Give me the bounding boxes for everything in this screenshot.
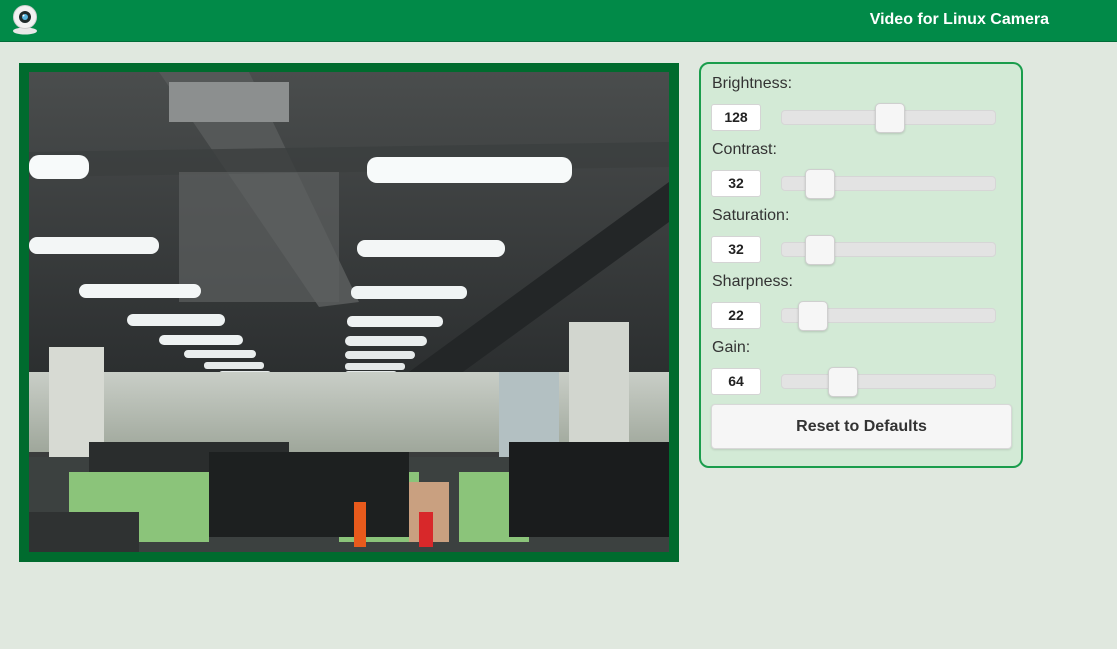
camera-controls-panel: Brightness: 128 Contrast: 32 Saturation:… (699, 62, 1023, 468)
saturation-slider-thumb[interactable] (805, 235, 835, 265)
saturation-label: Saturation: (712, 207, 790, 224)
brightness-slider-thumb[interactable] (875, 103, 905, 133)
brightness-label: Brightness: (712, 75, 793, 92)
app-title: Video for Linux Camera (869, 11, 1049, 28)
sharpness-label: Sharpness: (712, 273, 793, 290)
brightness-value[interactable]: 128 (711, 104, 761, 131)
sharpness-value[interactable]: 22 (711, 302, 761, 329)
saturation-value[interactable]: 32 (711, 236, 761, 263)
sharpness-slider-thumb[interactable] (798, 301, 828, 331)
reset-to-defaults-button[interactable]: Reset to Defaults (711, 404, 1012, 449)
contrast-slider[interactable] (781, 169, 996, 199)
contrast-label: Contrast: (712, 141, 777, 158)
contrast-value[interactable]: 32 (711, 170, 761, 197)
top-bar: Video for Linux Camera (0, 0, 1117, 42)
gain-slider-thumb[interactable] (828, 367, 858, 397)
video-frame (19, 63, 679, 562)
contrast-slider-thumb[interactable] (805, 169, 835, 199)
webcam-icon (13, 5, 37, 35)
saturation-slider[interactable] (781, 235, 996, 265)
sharpness-slider[interactable] (781, 301, 996, 331)
gain-slider[interactable] (781, 367, 996, 397)
brightness-slider[interactable] (781, 103, 996, 133)
gain-value[interactable]: 64 (711, 368, 761, 395)
camera-feed (29, 72, 669, 552)
gain-label: Gain: (712, 339, 751, 356)
